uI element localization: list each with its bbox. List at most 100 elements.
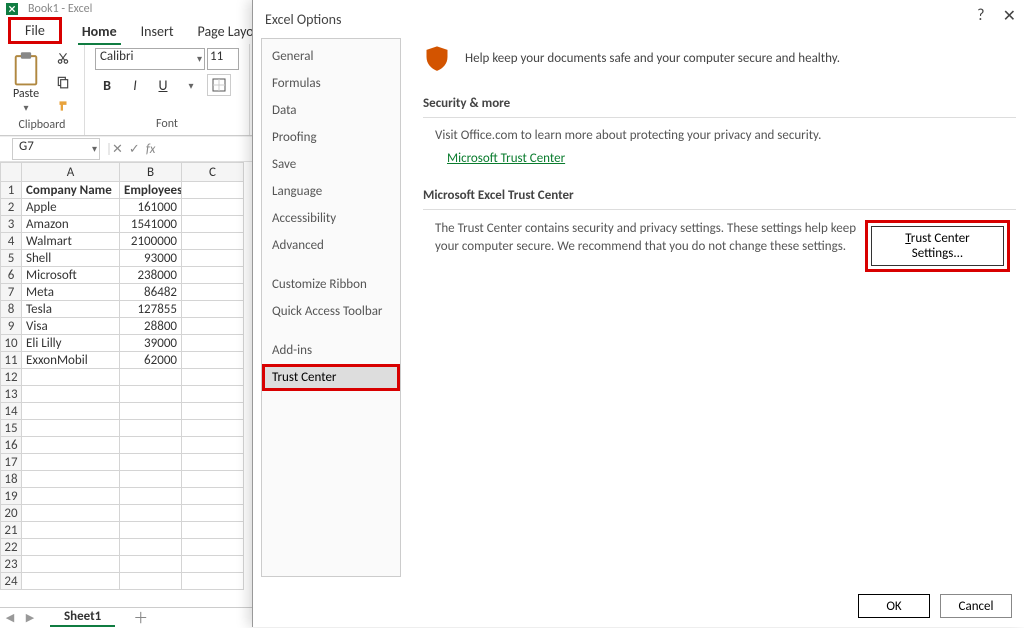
cell[interactable] bbox=[182, 199, 244, 216]
sheet-tab[interactable]: Sheet1 bbox=[50, 608, 115, 627]
tab-insert[interactable]: Insert bbox=[129, 19, 186, 44]
options-category-data[interactable]: Data bbox=[262, 97, 400, 124]
cell[interactable] bbox=[182, 233, 244, 250]
cell[interactable]: Walmart bbox=[22, 233, 120, 250]
cell[interactable] bbox=[120, 522, 182, 539]
row-header[interactable]: 22 bbox=[0, 539, 22, 556]
copy-button[interactable] bbox=[52, 72, 74, 92]
options-category-trust-center[interactable]: Trust Center bbox=[262, 364, 400, 391]
row-header[interactable]: 18 bbox=[0, 471, 22, 488]
format-painter-button[interactable] bbox=[52, 96, 74, 116]
options-category-language[interactable]: Language bbox=[262, 178, 400, 205]
cell[interactable] bbox=[120, 471, 182, 488]
cell[interactable] bbox=[120, 539, 182, 556]
cell[interactable] bbox=[182, 216, 244, 233]
cell[interactable] bbox=[182, 573, 244, 590]
cell[interactable] bbox=[182, 250, 244, 267]
row-header[interactable]: 6 bbox=[0, 267, 22, 284]
row-header[interactable]: 1 bbox=[0, 182, 22, 199]
row-header[interactable]: 13 bbox=[0, 386, 22, 403]
cell[interactable] bbox=[120, 505, 182, 522]
cell[interactable] bbox=[182, 454, 244, 471]
cell[interactable]: Eli Lilly bbox=[22, 335, 120, 352]
cell[interactable]: 28800 bbox=[120, 318, 182, 335]
cell[interactable] bbox=[120, 437, 182, 454]
cell[interactable] bbox=[22, 522, 120, 539]
cell[interactable]: 93000 bbox=[120, 250, 182, 267]
ok-button[interactable]: OK bbox=[858, 594, 930, 618]
cell[interactable] bbox=[182, 352, 244, 369]
accept-edit-icon[interactable]: ✓ bbox=[129, 142, 140, 157]
close-button[interactable]: ✕ bbox=[1003, 6, 1016, 26]
cell[interactable] bbox=[22, 471, 120, 488]
row-header[interactable]: 19 bbox=[0, 488, 22, 505]
options-category-quick-access-toolbar[interactable]: Quick Access Toolbar bbox=[262, 298, 400, 325]
cell[interactable] bbox=[120, 386, 182, 403]
cell[interactable] bbox=[182, 284, 244, 301]
cell[interactable] bbox=[120, 556, 182, 573]
row-header[interactable]: 3 bbox=[0, 216, 22, 233]
options-category-general[interactable]: General bbox=[262, 43, 400, 70]
row-header[interactable]: 8 bbox=[0, 301, 22, 318]
cell[interactable] bbox=[22, 556, 120, 573]
sheet-nav-next[interactable]: ▶ bbox=[20, 611, 40, 624]
cell[interactable]: 127855 bbox=[120, 301, 182, 318]
row-header[interactable]: 20 bbox=[0, 505, 22, 522]
font-size-combo[interactable]: 11 bbox=[207, 48, 239, 70]
cell[interactable] bbox=[22, 573, 120, 590]
column-header-B[interactable]: B bbox=[120, 162, 182, 182]
row-header[interactable]: 5 bbox=[0, 250, 22, 267]
underline-drop-icon[interactable]: ▾ bbox=[179, 74, 203, 96]
cell[interactable] bbox=[182, 267, 244, 284]
options-category-proofing[interactable]: Proofing bbox=[262, 124, 400, 151]
row-header[interactable]: 2 bbox=[0, 199, 22, 216]
row-header[interactable]: 15 bbox=[0, 420, 22, 437]
cell[interactable] bbox=[22, 488, 120, 505]
row-header[interactable]: 9 bbox=[0, 318, 22, 335]
cell[interactable]: Amazon bbox=[22, 216, 120, 233]
cell[interactable]: Visa bbox=[22, 318, 120, 335]
cell[interactable] bbox=[182, 437, 244, 454]
cell[interactable] bbox=[22, 386, 120, 403]
options-category-formulas[interactable]: Formulas bbox=[262, 70, 400, 97]
cell[interactable]: Tesla bbox=[22, 301, 120, 318]
options-category-advanced[interactable]: Advanced bbox=[262, 232, 400, 259]
cell[interactable] bbox=[120, 488, 182, 505]
column-header-C[interactable]: C bbox=[182, 162, 244, 182]
cell[interactable] bbox=[182, 335, 244, 352]
select-all-corner[interactable] bbox=[0, 162, 22, 182]
bold-button[interactable]: B bbox=[95, 74, 119, 96]
row-header[interactable]: 21 bbox=[0, 522, 22, 539]
row-header[interactable]: 7 bbox=[0, 284, 22, 301]
cell[interactable]: 62000 bbox=[120, 352, 182, 369]
cell[interactable]: 86482 bbox=[120, 284, 182, 301]
cell[interactable]: Microsoft bbox=[22, 267, 120, 284]
cell[interactable]: Company Name bbox=[22, 182, 120, 199]
cell[interactable]: 39000 bbox=[120, 335, 182, 352]
cell[interactable]: 1541000 bbox=[120, 216, 182, 233]
row-header[interactable]: 10 bbox=[0, 335, 22, 352]
italic-button[interactable]: I bbox=[123, 74, 147, 96]
paste-button[interactable]: Paste ▾ bbox=[10, 51, 42, 114]
row-header[interactable]: 11 bbox=[0, 352, 22, 369]
tab-file[interactable]: File bbox=[8, 17, 62, 44]
cell[interactable]: Employees bbox=[120, 182, 182, 199]
cell[interactable]: 161000 bbox=[120, 199, 182, 216]
name-box[interactable]: G7▾ bbox=[12, 138, 100, 160]
cell[interactable]: Meta bbox=[22, 284, 120, 301]
cell[interactable] bbox=[22, 369, 120, 386]
tab-home[interactable]: Home bbox=[70, 19, 129, 44]
cell[interactable]: Apple bbox=[22, 199, 120, 216]
font-name-combo[interactable]: Calibri▾ bbox=[95, 48, 205, 70]
borders-button[interactable] bbox=[207, 74, 231, 96]
cell[interactable] bbox=[182, 556, 244, 573]
cell[interactable] bbox=[182, 505, 244, 522]
add-sheet-button[interactable]: ＋ bbox=[133, 607, 148, 628]
cell[interactable] bbox=[182, 369, 244, 386]
cell[interactable] bbox=[22, 539, 120, 556]
sheet-nav-prev[interactable]: ◀ bbox=[0, 611, 20, 624]
cell[interactable] bbox=[182, 182, 244, 199]
cut-button[interactable] bbox=[52, 48, 74, 68]
cell[interactable] bbox=[22, 505, 120, 522]
underline-button[interactable]: U bbox=[151, 74, 175, 96]
